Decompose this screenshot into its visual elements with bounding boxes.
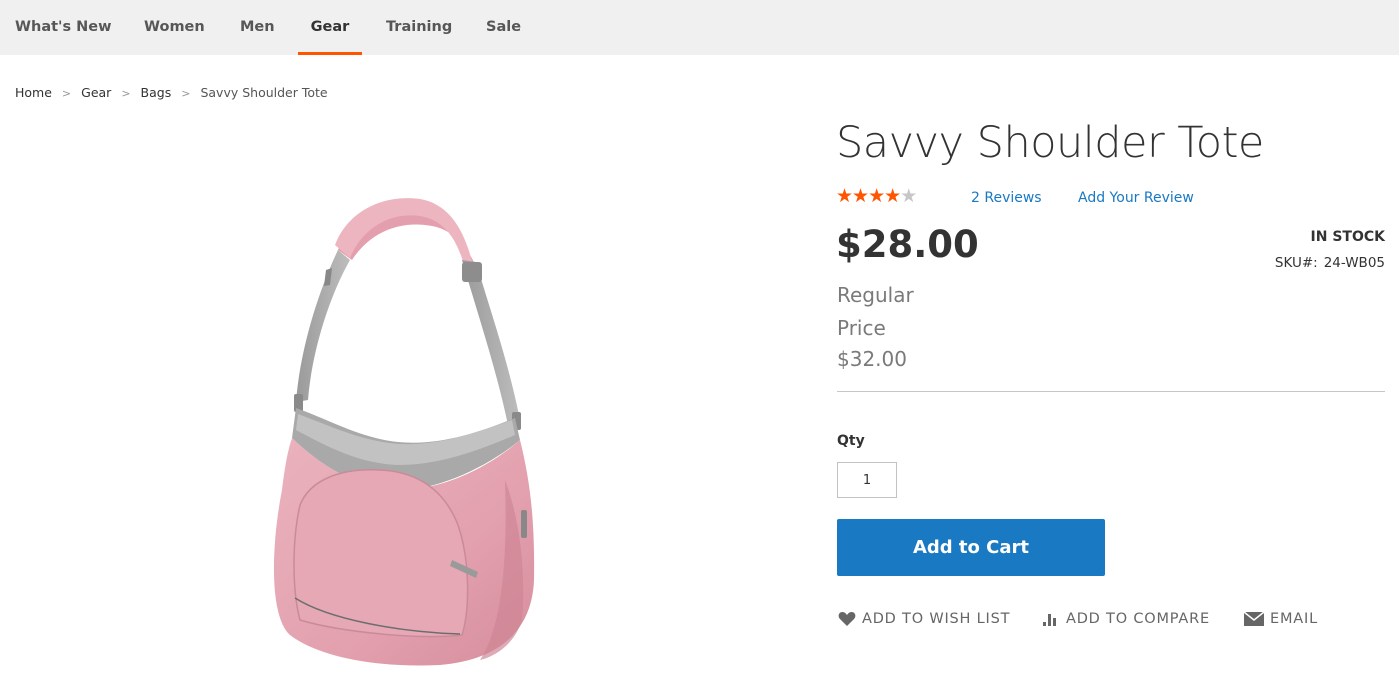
add-review-link[interactable]: Add Your Review — [1078, 190, 1194, 206]
envelope-icon — [1244, 612, 1264, 626]
wishlist-label: Add to Wish List — [862, 611, 1011, 627]
product-price: $28.00 — [836, 223, 979, 266]
qty-label: Qty — [837, 433, 865, 449]
sku: SKU#: 24-WB05 — [1275, 255, 1385, 271]
product-title: Savvy Shoulder Tote — [836, 118, 1264, 168]
star-icon: ★ — [852, 185, 869, 207]
nav-item-whats-new[interactable]: What's New — [15, 0, 112, 55]
divider — [837, 391, 1385, 392]
sku-value: 24-WB05 — [1323, 255, 1385, 271]
stock-status: In stock — [1310, 229, 1385, 245]
nav-item-women[interactable]: Women — [144, 0, 205, 55]
nav-item-training[interactable]: Training — [386, 0, 452, 55]
reviews-link[interactable]: 2 Reviews — [971, 190, 1042, 206]
product-image[interactable] — [0, 120, 800, 689]
heart-icon — [838, 612, 856, 626]
star-empty-icon: ★ — [900, 185, 917, 207]
breadcrumb-home[interactable]: Home — [15, 85, 52, 100]
breadcrumb-current: Savvy Shoulder Tote — [200, 85, 328, 100]
email-label: Email — [1270, 611, 1318, 627]
star-icon: ★ — [836, 185, 853, 207]
product-image-gallery[interactable] — [0, 120, 800, 689]
nav-item-sale[interactable]: Sale — [486, 0, 521, 55]
add-to-cart-button[interactable]: Add to Cart — [837, 519, 1105, 576]
email-link[interactable]: Email — [1244, 611, 1318, 627]
star-icon: ★ — [868, 185, 885, 207]
qty-input[interactable] — [837, 462, 897, 498]
nav-item-gear[interactable]: Gear — [298, 0, 362, 55]
nav-item-men[interactable]: Men — [240, 0, 275, 55]
breadcrumb-separator: > — [61, 87, 72, 100]
compare-label: Add to Compare — [1066, 611, 1210, 627]
breadcrumb: Home > Gear > Bags > Savvy Shoulder Tote — [15, 85, 328, 100]
breadcrumb-gear[interactable]: Gear — [81, 85, 111, 100]
regular-price-label: Regular Price — [837, 283, 914, 340]
add-to-compare-link[interactable]: Add to Compare — [1042, 611, 1210, 627]
sku-label: SKU#: — [1274, 255, 1318, 271]
breadcrumb-separator: > — [181, 87, 191, 100]
top-navigation: What's New Women Men Gear Training Sale — [0, 0, 1399, 55]
bar-chart-icon — [1043, 614, 1056, 626]
add-to-wishlist-link[interactable]: Add to Wish List — [838, 611, 1010, 627]
star-icon: ★ — [884, 185, 901, 207]
breadcrumb-bags[interactable]: Bags — [141, 85, 172, 100]
rating-stars[interactable]: ★★★★★ — [836, 185, 917, 207]
regular-price: $32.00 — [837, 347, 907, 371]
breadcrumb-separator: > — [121, 87, 131, 100]
